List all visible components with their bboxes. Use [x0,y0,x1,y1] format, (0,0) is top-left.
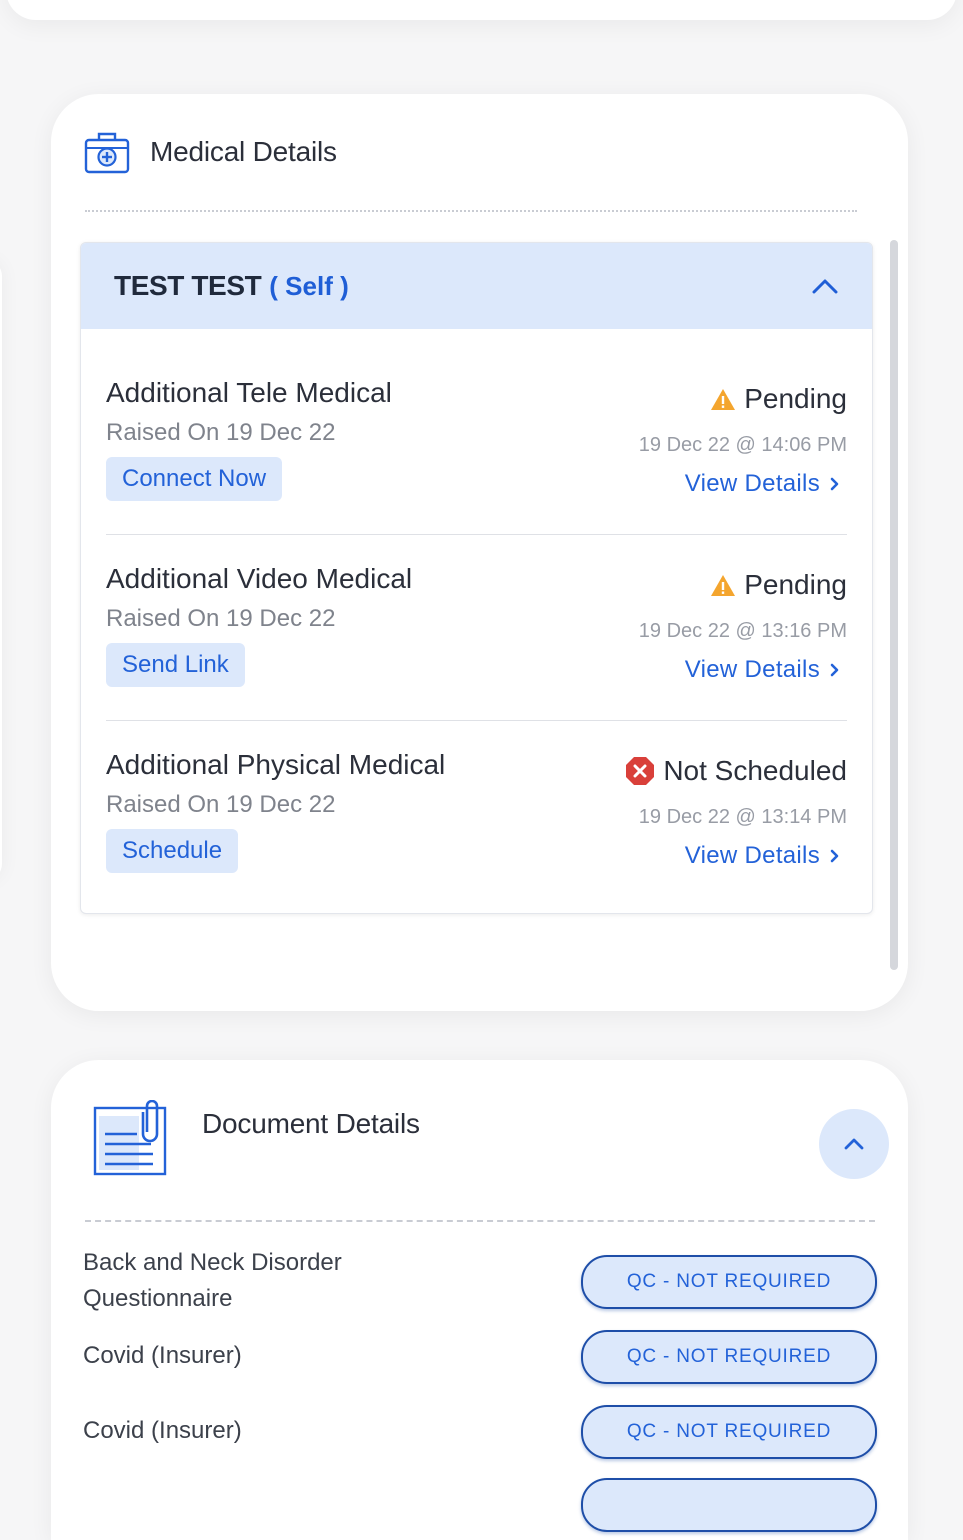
collapse-toggle-button[interactable] [819,1109,889,1179]
warning-icon [710,388,736,411]
scrollbar[interactable] [890,240,898,970]
view-details-link[interactable]: View Details [685,656,839,684]
applicant-accordion: TEST TEST( Self ) Additional Tele Medica… [80,242,873,914]
medical-item-title: Additional Video Medical [106,563,413,594]
document-clip-icon [93,1100,169,1176]
schedule-button[interactable]: Schedule [106,829,239,873]
medical-item: Additional Physical Medical Raised On 19… [106,749,847,913]
view-details-link[interactable]: View Details [685,842,839,870]
status-text: Pending [744,569,847,600]
status-label: Not Scheduled [625,755,847,787]
document-name-line: Questionnaire [83,1285,233,1312]
header-divider [85,1220,875,1222]
item-divider [106,534,847,535]
status-text: Not Scheduled [663,755,847,786]
document-name-line: Back and Neck Disorder [83,1249,342,1276]
send-link-button[interactable]: Send Link [106,643,245,687]
connect-now-button[interactable]: Connect Now [106,457,283,501]
medical-details-title: Medical Details [150,136,337,167]
warning-icon [710,574,736,597]
document-details-title: Document Details [202,1108,420,1139]
applicant-name: TEST TEST [114,270,262,301]
medical-details-card: Medical Details TEST TEST( Self ) Additi… [51,94,908,1011]
status-label: Pending [710,569,847,601]
document-name: Covid (Insurer) [83,1342,242,1369]
qc-status-button[interactable]: QC - NOT REQUIRED [581,1255,877,1309]
document-name: Back and Neck Disorder Questionnaire [83,1245,342,1317]
qc-status-button[interactable]: QC - NOT REQUIRED [581,1405,877,1459]
raised-date: Raised On 19 Dec 22 [106,605,336,632]
accordion-header[interactable]: TEST TEST( Self ) [81,243,872,329]
view-details-link[interactable]: View Details [685,470,839,498]
document-details-header: Document Details [93,1100,420,1176]
error-icon [625,756,655,786]
left-card-edge [0,260,2,880]
status-text: Pending [744,383,847,414]
chevron-right-icon [830,849,839,863]
document-name: Covid (Insurer) [83,1417,242,1444]
chevron-up-icon [844,1138,864,1150]
view-details-label: View Details [684,470,820,497]
header-divider [85,210,857,212]
chevron-up-icon[interactable] [811,272,839,300]
view-details-label: View Details [684,656,820,683]
applicant-relation: ( Self ) [269,271,349,301]
item-divider [106,720,847,721]
medical-item-title: Additional Tele Medical [106,377,392,408]
status-timestamp: 19 Dec 22 @ 14:06 PM [638,434,847,456]
status-label: Pending [710,383,847,415]
medical-details-header: Medical Details [84,130,337,174]
status-timestamp: 19 Dec 22 @ 13:14 PM [638,806,847,828]
raised-date: Raised On 19 Dec 22 [106,419,336,446]
document-details-card: Document Details Back and Neck Disorder … [51,1060,908,1540]
qc-status-button-partial[interactable] [581,1478,877,1532]
status-timestamp: 19 Dec 22 @ 13:16 PM [638,620,847,642]
qc-status-button[interactable]: QC - NOT REQUIRED [581,1330,877,1384]
medical-kit-icon [84,130,130,174]
chevron-right-icon [830,477,839,491]
raised-date: Raised On 19 Dec 22 [106,791,336,818]
top-card-edge [6,0,957,20]
chevron-right-icon [830,663,839,677]
medical-item-title: Additional Physical Medical [106,749,446,780]
view-details-label: View Details [684,842,820,869]
